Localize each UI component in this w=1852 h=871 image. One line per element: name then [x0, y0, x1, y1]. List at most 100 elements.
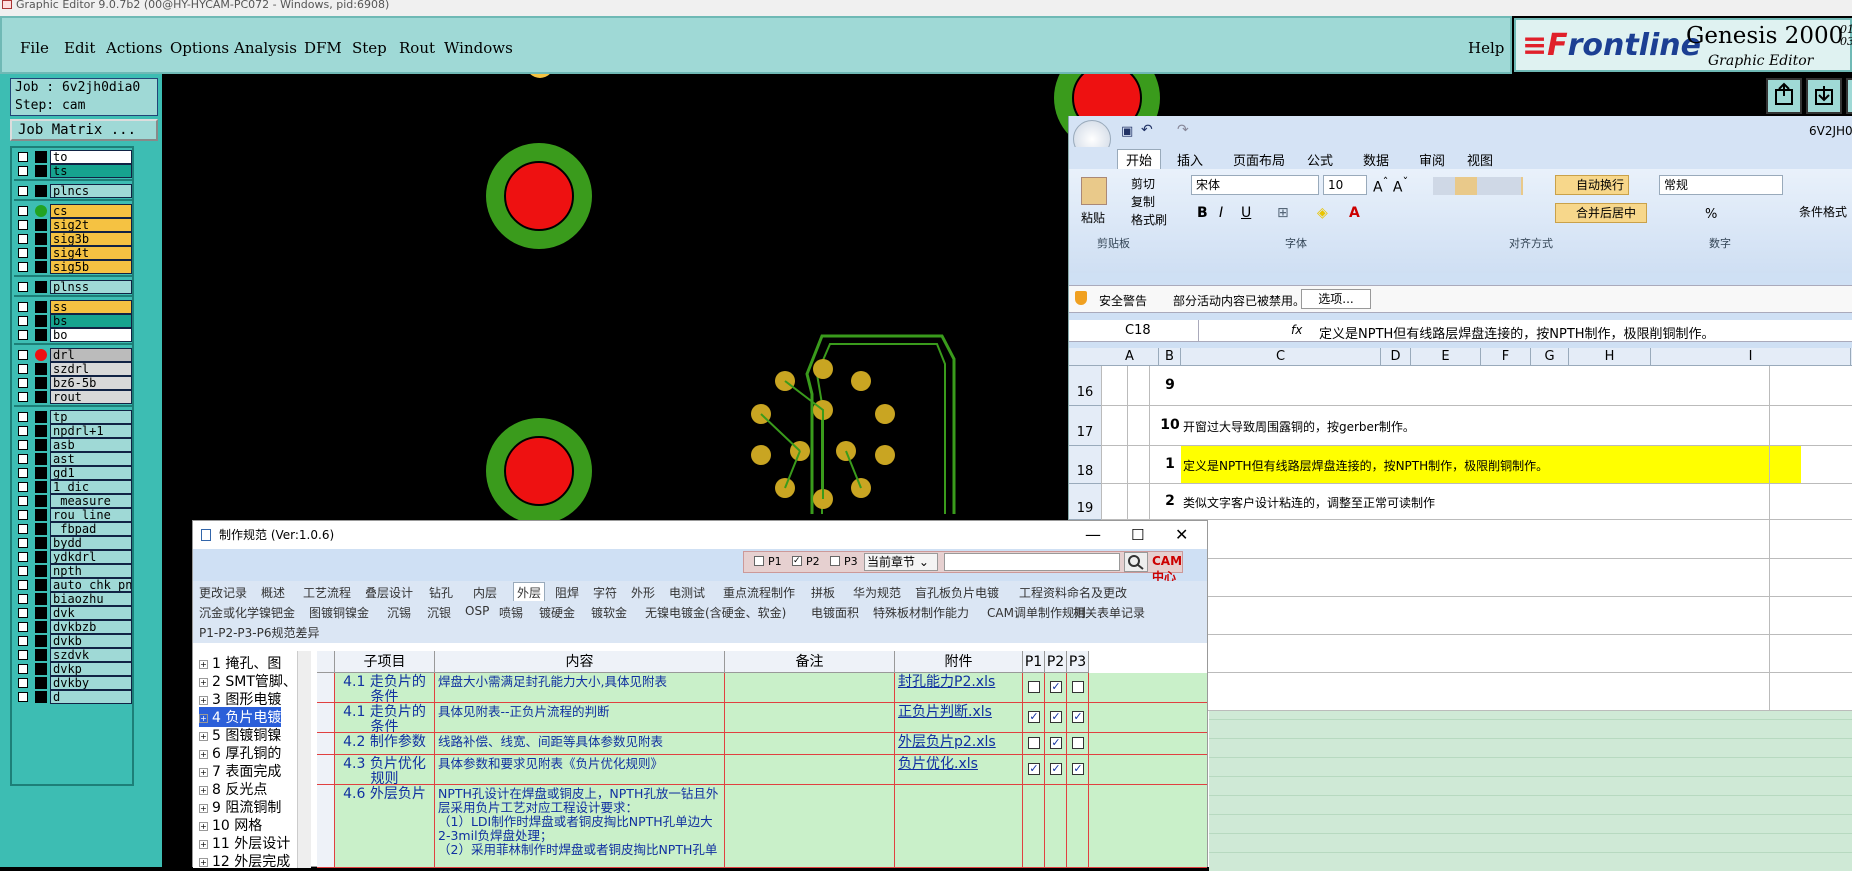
layer-row[interactable]: dvkb	[14, 634, 132, 648]
layer-row[interactable]: tp	[14, 410, 132, 424]
row-selector[interactable]	[317, 733, 335, 754]
function-icon[interactable]: fx	[1291, 323, 1302, 337]
column-header[interactable]: B	[1159, 348, 1181, 366]
layer-row[interactable]: dvkbzb	[14, 620, 132, 634]
layer-checkbox[interactable]	[18, 664, 28, 674]
layer-name[interactable]: 1_dic	[50, 480, 132, 494]
layer-row[interactable]: gd1	[14, 466, 132, 480]
layer-name[interactable]: dvkp	[50, 662, 132, 676]
search-button[interactable]	[1124, 552, 1148, 572]
menu-step[interactable]: Step	[352, 39, 387, 57]
spec-tab[interactable]: 特殊板材制作能力	[873, 604, 969, 621]
column-header[interactable]: E	[1411, 348, 1481, 366]
spec-tab[interactable]: 镀软金	[591, 604, 627, 621]
layer-checkbox[interactable]	[18, 482, 28, 492]
menu-help[interactable]: Help	[1468, 39, 1504, 57]
layer-name[interactable]: gd1	[50, 466, 132, 480]
tree-node[interactable]: +5 图镀铜镍	[199, 725, 281, 745]
expand-icon[interactable]: +	[199, 659, 208, 669]
layer-name[interactable]: drl	[50, 348, 132, 362]
layer-row[interactable]: dvkby	[14, 676, 132, 690]
spec-tab[interactable]: 沉银	[427, 604, 451, 621]
layer-row[interactable]: ts	[14, 164, 132, 178]
layer-checkbox[interactable]	[18, 412, 28, 422]
cell-content[interactable]: NPTH孔设计在焊盘或铜皮上，NPTH孔放一钻且外层采用负片工艺对应工程设计要求…	[435, 785, 725, 867]
layer-row[interactable]: biaozhu	[14, 592, 132, 606]
layer-name[interactable]: to	[50, 150, 132, 164]
layer-name[interactable]: sig4t	[50, 246, 132, 260]
undo-icon[interactable]: ↶	[1141, 122, 1153, 138]
layer-name[interactable]: cs	[50, 204, 132, 218]
p1-checkbox[interactable]	[754, 556, 764, 566]
cell-att[interactable]: 正负片判断.xls	[895, 703, 1023, 732]
p1-checkbox[interactable]	[1028, 737, 1040, 749]
sheet-row[interactable]: 2类似文字客户设计粘连的，调整至正常可读制作图3(f:	[1101, 484, 1852, 520]
row-selector[interactable]	[317, 755, 335, 784]
spec-tab[interactable]: OSP	[465, 604, 489, 618]
layer-checkbox[interactable]	[18, 350, 28, 360]
tree-node[interactable]: +7 表面完成	[199, 761, 281, 781]
cell-b[interactable]: 2	[1159, 493, 1181, 509]
column-header[interactable]: C	[1181, 348, 1381, 366]
column-header[interactable]: F	[1481, 348, 1531, 366]
cell-note[interactable]	[725, 785, 895, 867]
spec-tab[interactable]: CAM调单制作规则	[987, 604, 1086, 621]
layer-name[interactable]: bo	[50, 328, 132, 342]
ribbon-tab[interactable]: 插入	[1177, 150, 1203, 169]
font-name-select[interactable]: 宋体	[1191, 175, 1319, 195]
spec-tab[interactable]: 重点流程制作	[723, 584, 795, 601]
layer-row[interactable]: plncs	[14, 184, 132, 198]
cell-att-text[interactable]: 外层负片p2.xls	[898, 734, 996, 750]
spec-tab[interactable]: 更改记录	[199, 584, 247, 601]
cell-sub[interactable]: 4.3 负片优化规则	[335, 755, 435, 784]
tree-node[interactable]: +9 阻流铜制	[199, 797, 281, 817]
table-header[interactable]: 子项目	[335, 651, 435, 673]
layer-name[interactable]: npth	[50, 564, 132, 578]
cell-c[interactable]: 开窗过大导致周围露铜的，按gerber制作。	[1183, 418, 1415, 435]
expand-icon[interactable]: +	[199, 785, 208, 795]
layer-row[interactable]: npdrl+1	[14, 424, 132, 438]
layer-checkbox[interactable]	[18, 282, 28, 292]
layer-row[interactable]: npth	[14, 564, 132, 578]
number-format-select[interactable]: 常规	[1659, 175, 1783, 195]
spec-tab[interactable]: 钻孔	[429, 584, 453, 601]
layer-checkbox[interactable]	[18, 262, 28, 272]
layer-name[interactable]: sig5b	[50, 260, 132, 274]
layer-checkbox[interactable]	[18, 608, 28, 618]
expand-icon[interactable]: +	[199, 695, 208, 705]
layer-row[interactable]: ss	[14, 300, 132, 314]
row-header[interactable]: 18	[1069, 446, 1101, 484]
layer-name[interactable]: bs	[50, 314, 132, 328]
layer-name[interactable]: d	[50, 690, 132, 704]
cell-att[interactable]: 负片优化.xls	[895, 755, 1023, 784]
layer-checkbox[interactable]	[18, 364, 28, 374]
cell-c[interactable]: 定义是NPTH但有线路层焊盘连接的，按NPTH制作，极限削铜制作。	[1183, 457, 1548, 474]
layer-checkbox[interactable]	[18, 234, 28, 244]
format-painter-button[interactable]: 格式刷	[1131, 211, 1167, 228]
tree-node[interactable]: +6 厚孔铜的	[199, 743, 281, 763]
column-header[interactable]: I	[1651, 348, 1851, 366]
layer-name[interactable]: _measure	[50, 494, 132, 508]
cell-att[interactable]: 封孔能力P2.xls	[895, 673, 1023, 702]
maximize-button[interactable]: ☐	[1131, 521, 1144, 549]
layer-row[interactable]: szdrl	[14, 362, 132, 376]
sheet-row[interactable]: 10开窗过大导致周围露铜的，按gerber制作。图1(f:	[1101, 406, 1852, 446]
layer-row[interactable]: sig5b	[14, 260, 132, 274]
layer-name[interactable]: dvkby	[50, 676, 132, 690]
paste-icon[interactable]	[1081, 177, 1107, 205]
layer-name[interactable]: biaozhu	[50, 592, 132, 606]
spec-tab[interactable]: 概述	[261, 584, 285, 601]
extra-tool-button[interactable]	[1846, 78, 1852, 114]
layer-checkbox[interactable]	[18, 316, 28, 326]
spec-tab[interactable]: 沉金或化学镍钯金	[199, 604, 295, 621]
layer-row[interactable]: ast	[14, 452, 132, 466]
row-header[interactable]: 19	[1069, 484, 1101, 520]
cell-sub[interactable]: 4.1 走负片的条件	[335, 703, 435, 732]
cell-b[interactable]: 9	[1159, 377, 1181, 393]
menu-actions[interactable]: Actions	[106, 39, 162, 57]
tree-node[interactable]: +1 掩孔、图	[199, 653, 281, 673]
table-row[interactable]: 4.6 外层负片 NPTH孔设计在焊盘或铜皮上，NPTH孔放一钻且外层采用负片工艺…	[317, 785, 1207, 868]
layer-row[interactable]: to	[14, 150, 132, 164]
font-size-select[interactable]: 10	[1323, 175, 1367, 195]
spec-tab[interactable]: 盲孔板负片电镀	[915, 584, 999, 601]
